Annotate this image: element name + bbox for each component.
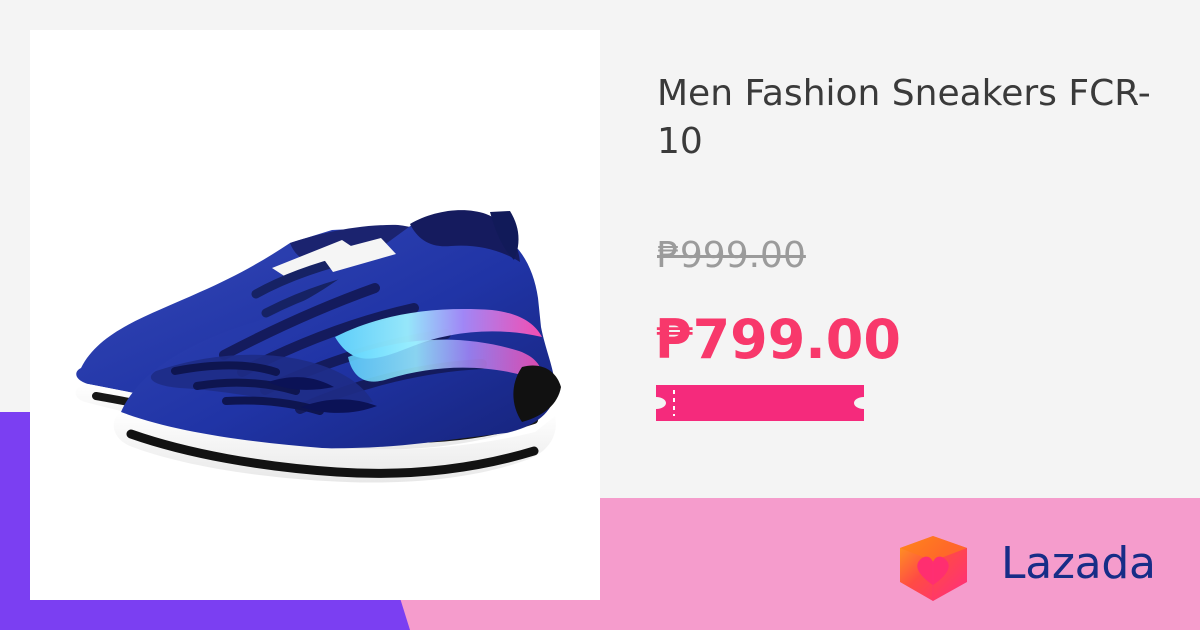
lazada-wordmark: Lazada	[1001, 538, 1156, 589]
product-share-card: Men Fashion Sneakers FCR-10 ₱999.00 ₱799…	[0, 0, 1200, 630]
lazada-logo: Lazada	[897, 528, 1177, 608]
product-title: Men Fashion Sneakers FCR-10	[657, 73, 1151, 162]
sale-price: ₱799.00	[655, 308, 901, 371]
voucher-tag-icon	[656, 385, 864, 421]
lazada-heart-box-icon	[900, 536, 967, 601]
original-price: ₱999.00	[657, 235, 806, 276]
sneaker-product-image	[30, 30, 600, 600]
product-image-card	[30, 30, 600, 600]
